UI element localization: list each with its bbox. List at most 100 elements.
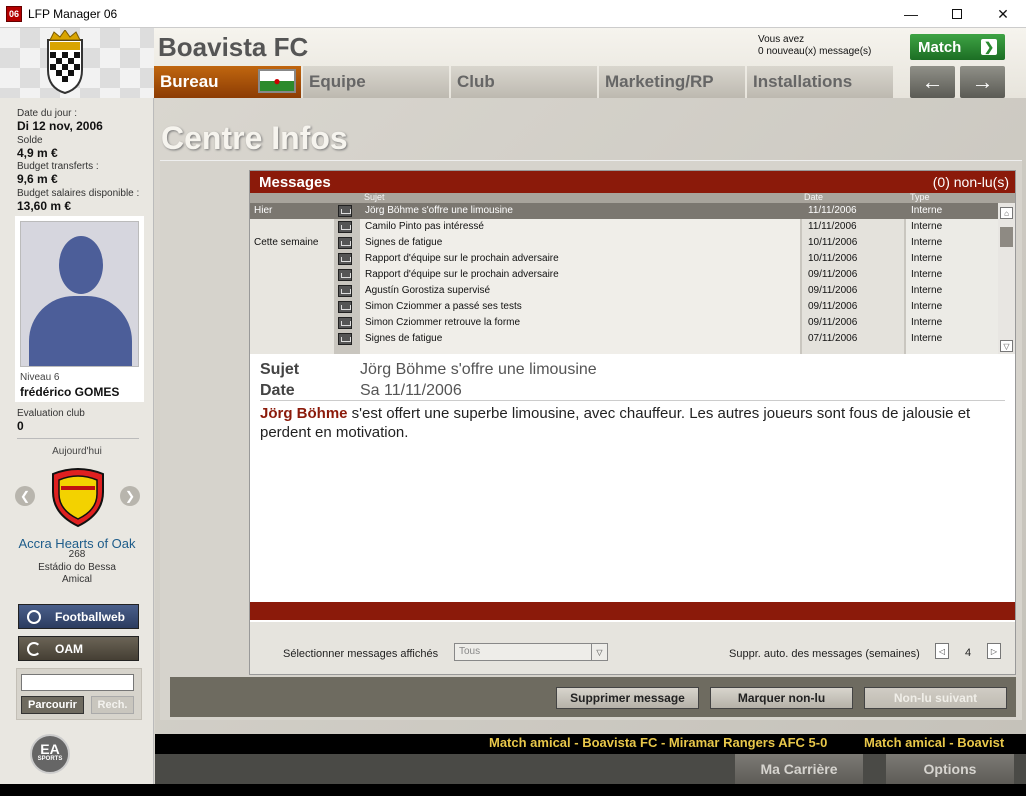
match-button[interactable]: Match ❯ — [910, 34, 1005, 60]
search-button[interactable]: Rech. — [91, 696, 134, 714]
message-subject: Simon Cziommer retrouve la forme — [365, 317, 521, 328]
wales-flag-icon[interactable]: ● — [258, 69, 296, 93]
message-row[interactable]: Rapport d'équipe sur le prochain adversa… — [250, 267, 998, 283]
envelope-icon — [338, 333, 352, 345]
scroll-thumb[interactable] — [1000, 227, 1013, 247]
message-date: 11/11/2006 — [808, 221, 857, 232]
ea-logo-sub: SPORTS — [37, 756, 63, 762]
message-date: 10/11/2006 — [808, 253, 858, 264]
messages-notice-line2: 0 nouveau(x) message(s) — [758, 46, 872, 57]
tab-bureau[interactable]: Bureau ● — [154, 66, 301, 98]
scroll-up-icon[interactable]: ⌂ — [1000, 207, 1013, 219]
auto-delete-value: 4 — [965, 647, 972, 659]
tab-equipe[interactable]: Equipe — [303, 66, 449, 98]
prev-match-arrow-icon[interactable]: ❮ — [15, 486, 35, 506]
wage-budget-label: Budget salaires disponible : — [17, 188, 140, 199]
filter-label: Sélectionner messages affichés — [283, 648, 439, 660]
detail-body: Jörg Böhme s'est offert une superbe limo… — [260, 404, 1000, 442]
transfer-budget-label: Budget transferts : — [17, 161, 99, 172]
envelope-icon — [338, 237, 352, 249]
message-row[interactable]: Agustín Gorostiza supervisé 09/11/2006 Int… — [250, 283, 998, 299]
message-subject: Signes de fatigue — [365, 237, 443, 248]
message-type: Interne — [911, 333, 943, 344]
main-tabs: Bureau ● Equipe Club Marketing/RP Instal… — [154, 66, 895, 98]
close-icon[interactable]: ✕ — [980, 0, 1026, 28]
balance-info: Solde 4,9 m € — [17, 135, 58, 160]
message-date: 09/11/2006 — [808, 317, 858, 328]
message-row[interactable]: Camilo Pinto pas intéressé 11/11/2006 Inte… — [250, 219, 998, 235]
wage-budget-value: 13,60 m € — [17, 199, 72, 213]
footballweb-button[interactable]: Footballweb — [18, 604, 139, 629]
mark-unread-button[interactable]: Marquer non-lu — [710, 687, 853, 709]
maximize-icon[interactable] — [934, 0, 980, 28]
back-button[interactable]: ← — [910, 66, 955, 98]
crest-area — [0, 28, 154, 98]
tab-marketing[interactable]: Marketing/RP — [599, 66, 745, 98]
decrease-icon[interactable]: ◁ — [935, 643, 949, 659]
message-row[interactable]: Signes de fatigue 07/11/2006 Interne — [250, 331, 998, 347]
balance-value: 4,9 m € — [17, 146, 58, 160]
browse-button[interactable]: Parcourir — [21, 696, 84, 714]
message-row[interactable]: Simon Cziommer retrouve la forme 09/11/20… — [250, 315, 998, 331]
stadium-name: Estádio do Bessa — [38, 562, 116, 573]
message-date: 07/11/2006 — [808, 333, 858, 344]
messages-panel: Messages (0) non-lu(s) Sujet Date Type H… — [249, 170, 1016, 675]
tab-club[interactable]: Club — [451, 66, 597, 98]
ticker-item: Match amical - Boavist — [864, 735, 1005, 750]
career-button[interactable]: Ma Carrière — [735, 754, 863, 784]
column-date[interactable]: Date — [804, 192, 823, 202]
filter-value: Tous — [459, 646, 481, 657]
next-match-arrow-icon[interactable]: ❯ — [120, 486, 140, 506]
column-subject[interactable]: Sujet — [364, 192, 385, 202]
messages-scrollbar[interactable]: ⌂ ▽ — [998, 203, 1015, 354]
club-name: Boavista FC — [158, 32, 309, 62]
tab-installations[interactable]: Installations — [747, 66, 893, 98]
message-subject: Rapport d'équipe sur le prochain adversa… — [365, 269, 559, 280]
forward-button[interactable]: → — [960, 66, 1005, 98]
message-row[interactable]: Rapport d'équipe sur le prochain adversa… — [250, 251, 998, 267]
detail-subject-value: Jörg Böhme s'offre une limousine — [360, 361, 597, 378]
message-type: Interne — [911, 301, 943, 312]
evaluation-info: Evaluation club 0 — [17, 408, 85, 433]
message-row[interactable]: Hier Jörg Böhme s'offre une limousine 11/1… — [250, 203, 998, 219]
transfer-budget-value: 9,6 m € — [17, 172, 58, 186]
manager-name: frédérico GOMES — [20, 385, 120, 399]
tab-label: Marketing/RP — [605, 72, 714, 91]
delete-message-button[interactable]: Supprimer message — [556, 687, 699, 709]
message-row[interactable]: Simon Cziommer a passé ses tests 09/11/20… — [250, 299, 998, 315]
oam-label: OAM — [55, 641, 83, 656]
envelope-icon — [338, 301, 352, 313]
date-label: Date du jour : — [17, 108, 78, 119]
filter-select[interactable]: Tous ▽ — [454, 643, 608, 661]
options-button[interactable]: Options — [886, 754, 1014, 784]
detail-body-text: s'est offert une superbe limousine, avec… — [260, 405, 971, 441]
column-type[interactable]: Type — [910, 192, 930, 202]
match-type: Amical — [61, 574, 92, 585]
increase-icon[interactable]: ▷ — [987, 643, 1001, 659]
info-center-box: Messages (0) non-lu(s) Sujet Date Type H… — [160, 160, 1022, 720]
date-info: Date du jour : Di 12 nov, 2006 — [17, 108, 103, 133]
evaluation-label: Evaluation club — [17, 408, 85, 419]
detail-player-name[interactable]: Jörg Böhme — [260, 405, 348, 422]
search-input[interactable] — [21, 674, 134, 691]
date-value: Di 12 nov, 2006 — [17, 119, 103, 133]
ea-logo-text: EA — [40, 741, 60, 757]
next-unread-button[interactable]: Non-lu suivant — [864, 687, 1007, 709]
messages-notice: Vous avez 0 nouveau(x) message(s) — [758, 34, 871, 58]
message-subject: Rapport d'équipe sur le prochain adversa… — [365, 253, 559, 264]
manager-card[interactable]: Niveau 6 frédérico GOMES — [15, 216, 144, 402]
scroll-down-icon[interactable]: ▽ — [1000, 340, 1013, 352]
message-date: 09/11/2006 — [808, 269, 858, 280]
envelope-icon — [338, 269, 352, 281]
chevron-down-icon: ▽ — [591, 644, 607, 660]
detail-date-value: Sa 11/11/2006 — [360, 382, 462, 399]
minimize-icon[interactable]: — — [888, 0, 934, 28]
messages-header: Messages (0) non-lu(s) — [250, 171, 1015, 193]
wage-budget-info: Budget salaires disponible : 13,60 m € — [17, 188, 139, 213]
title-bar: 06 LFP Manager 06 — ✕ — [0, 0, 1026, 28]
chevron-right-icon: ❯ — [981, 39, 997, 55]
oam-button[interactable]: OAM — [18, 636, 139, 661]
main-content: Centre Infos Messages (0) non-lu(s) Suje… — [155, 98, 1026, 734]
message-row[interactable]: Cette semaine Signes de fatigue 10/11/2006… — [250, 235, 998, 251]
manager-level: Niveau 6 — [20, 372, 60, 383]
